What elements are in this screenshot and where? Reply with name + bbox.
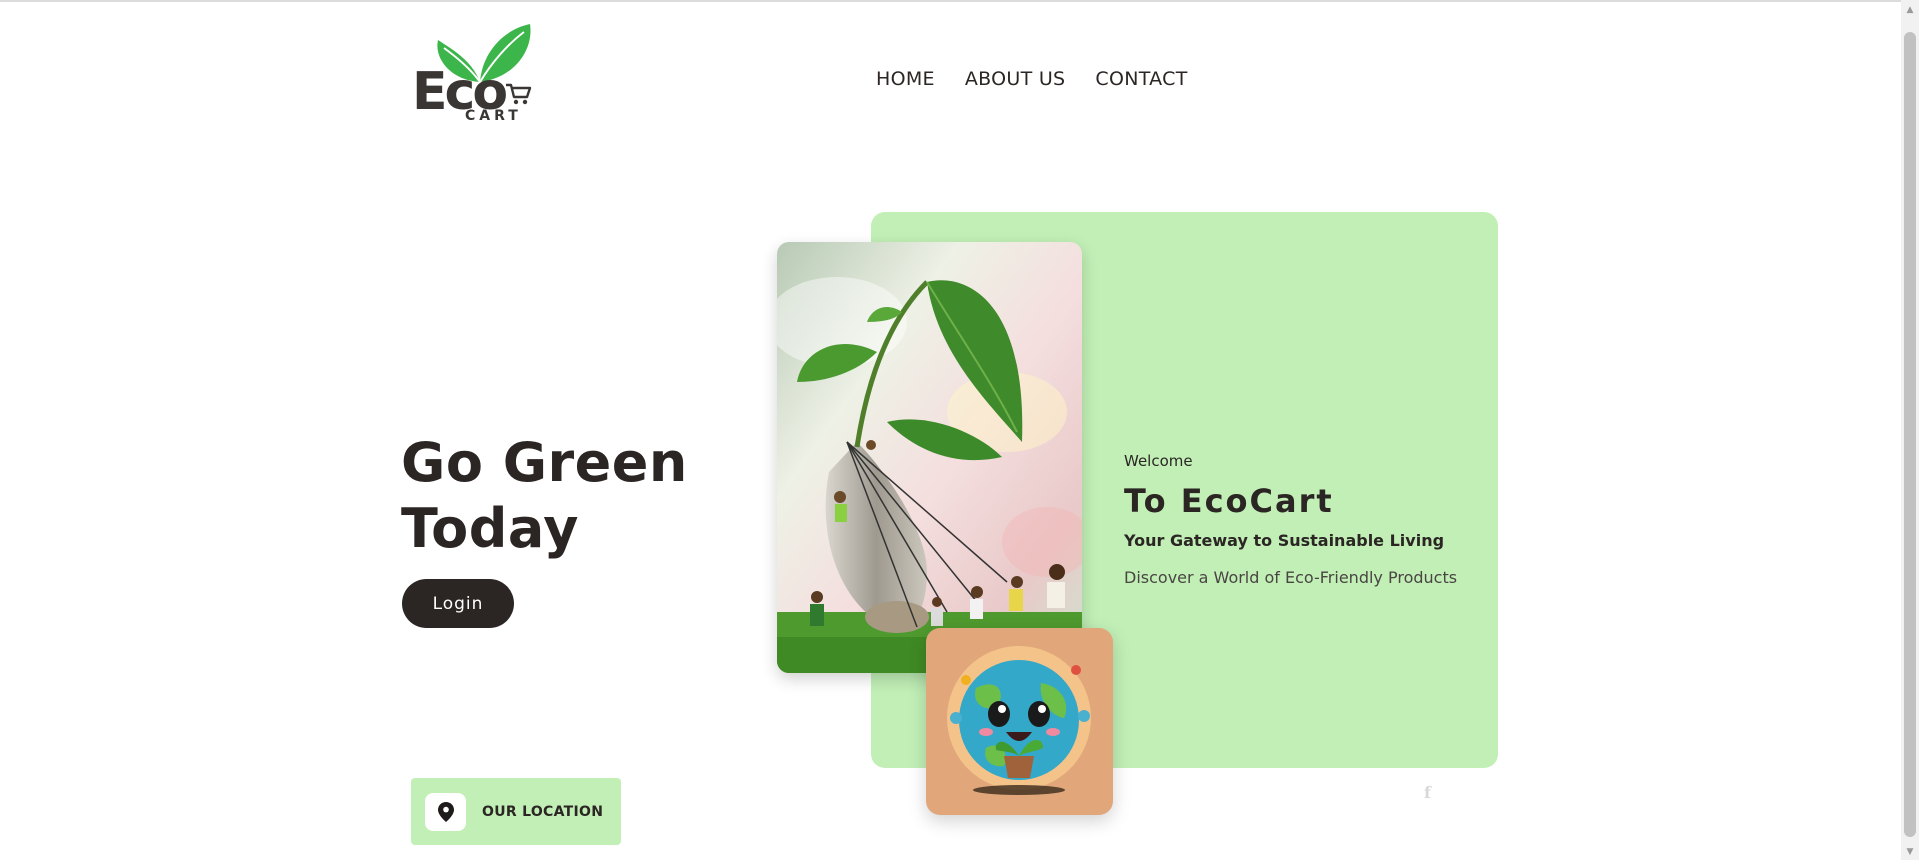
- ecocart-logo[interactable]: Eco CART: [410, 20, 540, 126]
- earth-mascot-card: [926, 628, 1113, 815]
- hero-title-line-1: Go Green: [401, 431, 688, 494]
- our-location-button[interactable]: OUR LOCATION: [411, 778, 621, 845]
- top-border: [0, 0, 1901, 2]
- scroll-up-arrow-icon[interactable]: ▲: [1901, 2, 1919, 18]
- logo-subtitle: CART: [465, 108, 522, 124]
- scroll-thumb[interactable]: [1904, 32, 1916, 837]
- panel-heading: To EcoCart: [1124, 482, 1334, 520]
- panel-subtitle: Your Gateway to Sustainable Living: [1124, 531, 1445, 550]
- hero-title: Go Green Today: [401, 430, 688, 562]
- panel-description: Discover a World of Eco-Friendly Product…: [1124, 568, 1458, 587]
- scroll-down-arrow-icon[interactable]: ▼: [1901, 844, 1919, 860]
- map-pin-icon: [437, 801, 454, 822]
- welcome-text: Welcome: [1124, 452, 1193, 470]
- our-location-label: OUR LOCATION: [482, 803, 604, 820]
- login-button[interactable]: Login: [402, 579, 514, 628]
- nav-contact[interactable]: CONTACT: [1095, 68, 1187, 90]
- plant-illustration: [777, 242, 1082, 673]
- shopping-cart-icon: [506, 83, 532, 105]
- nav-home[interactable]: HOME: [876, 68, 935, 90]
- map-pin-box: [425, 792, 466, 831]
- main-nav: HOME ABOUT US CONTACT: [876, 68, 1188, 90]
- hero-title-line-2: Today: [401, 497, 579, 560]
- nav-about-us[interactable]: ABOUT US: [965, 68, 1066, 90]
- vertical-scrollbar[interactable]: ▲ ▼: [1901, 0, 1919, 860]
- facebook-icon[interactable]: f: [1424, 783, 1431, 802]
